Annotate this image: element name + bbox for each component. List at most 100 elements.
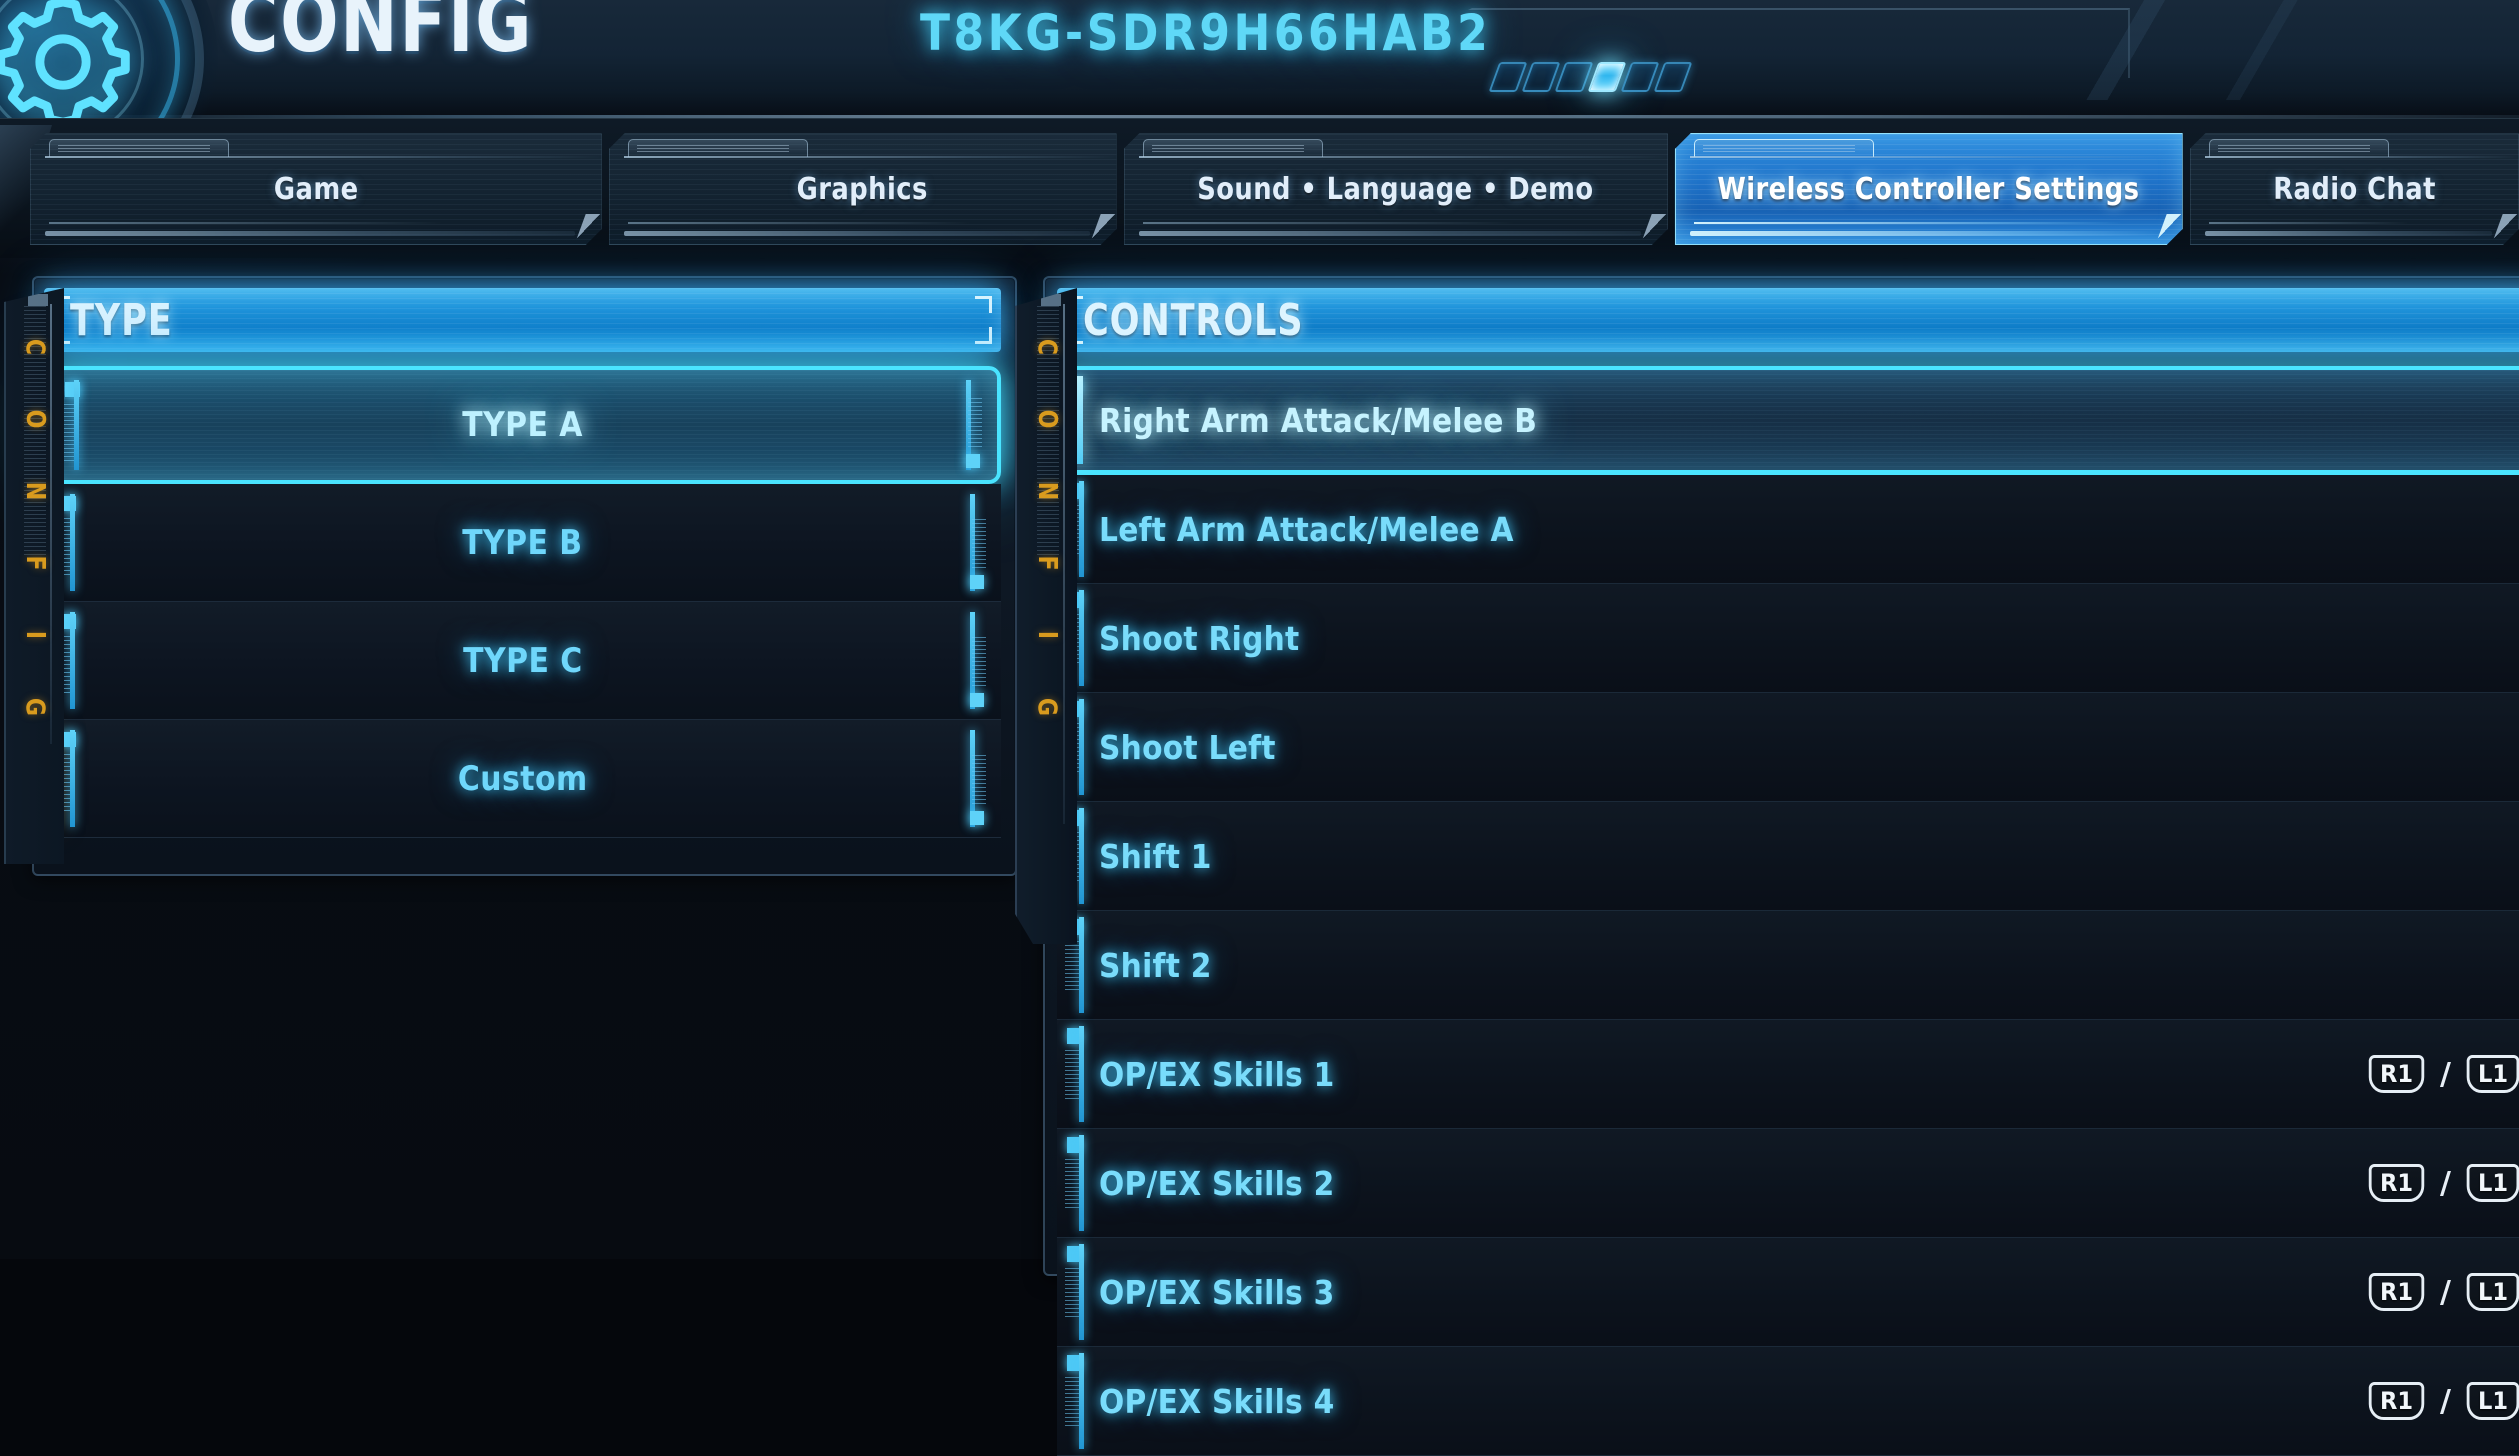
control-row[interactable]: Shoot Right: [1057, 584, 2519, 693]
control-bindings: R1 / L1: [2367, 1238, 2519, 1346]
control-row-label: OP/EX Skills 2: [1099, 1163, 1335, 1203]
controls-rail-letter: G: [1032, 697, 1062, 717]
type-panel-heading: TYPE: [44, 288, 1001, 352]
tab-corner-tick: [576, 214, 601, 240]
segment-indicator-5: [1620, 62, 1660, 92]
binding-separator: /: [2440, 1056, 2451, 1092]
tab-top-bracket: [49, 139, 229, 157]
binding-key-l1[interactable]: L1: [2466, 1164, 2519, 1202]
control-row-label: Shift 1: [1099, 836, 1212, 876]
controls-rail-letter: N: [1031, 481, 1062, 501]
control-row[interactable]: Shift 1: [1057, 802, 2519, 911]
binding-key-l1[interactable]: L1: [2466, 1055, 2519, 1093]
control-row[interactable]: OP/EX Skills 1 R1 / L1: [1057, 1020, 2519, 1129]
tab-game[interactable]: Game: [30, 133, 602, 245]
control-row-accent-bar: [1079, 481, 1084, 577]
controls-panel-rail: C O N F I G: [1015, 288, 1077, 944]
control-row[interactable]: Shoot Left: [1057, 693, 2519, 802]
tab-wireless-controller-settings[interactable]: Wireless Controller Settings: [1675, 133, 2183, 245]
binding-key-r1[interactable]: R1: [2368, 1273, 2425, 1311]
control-row[interactable]: OP/EX Skills 3 R1 / L1: [1057, 1238, 2519, 1347]
control-row-accent-bar: [1079, 1135, 1084, 1231]
controls-panel-heading: CONTROLS: [1057, 288, 2519, 352]
control-row-label: Shoot Left: [1099, 727, 1276, 767]
control-row-micro-text: [1065, 941, 1079, 993]
binding-separator: /: [2440, 1383, 2451, 1419]
controls-list: Right Arm Attack/Melee B Left Arm Attack/…: [1057, 366, 2519, 1456]
type-rail-config-label: C O N F I G: [6, 332, 64, 722]
tab-edge-line: [2205, 156, 2518, 158]
segment-indicator-3: [1554, 62, 1594, 92]
type-panel-rail: C O N F I G: [4, 288, 64, 864]
tab-label: Radio Chat: [2272, 171, 2436, 207]
control-row-accent-bar: [1079, 917, 1084, 1013]
tab-graphics[interactable]: Graphics: [609, 133, 1117, 245]
binding-key-r1[interactable]: R1: [2368, 1382, 2425, 1420]
control-row-accent-bar: [1079, 808, 1084, 904]
control-row-micro-text: [1065, 1159, 1079, 1211]
corner-bracket-tr: [975, 296, 992, 313]
control-bindings: R1 / L1: [2367, 1347, 2519, 1455]
segment-indicator-4: [1587, 62, 1627, 92]
type-option-micro-text-right: [972, 519, 986, 569]
tab-bottom-line: [2209, 222, 2458, 224]
page-title: CONFIG: [228, 0, 534, 72]
tab-radio-chat[interactable]: Radio Chat: [2190, 133, 2519, 245]
tab-top-bracket: [1694, 139, 1874, 157]
binding-key-r1[interactable]: R1: [2368, 1055, 2425, 1093]
control-row-accent-bar: [1079, 1026, 1084, 1122]
type-option-label: Custom: [457, 758, 588, 799]
type-option-type-c[interactable]: TYPE C: [44, 602, 1001, 720]
type-option-chip-right: [970, 811, 984, 825]
tab-bottom-bar: [2205, 231, 2492, 236]
type-option-micro-text-right: [968, 398, 982, 448]
binding-separator: /: [2440, 1274, 2451, 1310]
controls-rail-letter: C: [1032, 338, 1062, 356]
type-option-custom[interactable]: Custom: [44, 720, 1001, 838]
control-row-micro-text: [1065, 1268, 1079, 1320]
tab-top-bracket: [628, 139, 808, 157]
control-bindings: R1 / L1: [2367, 1129, 2519, 1237]
control-bindings: R1 / L1: [2367, 1020, 2519, 1128]
control-row[interactable]: OP/EX Skills 4 R1 / L1: [1057, 1347, 2519, 1456]
binding-key-l1[interactable]: L1: [2466, 1273, 2519, 1311]
control-row-accent-bar: [1079, 1244, 1084, 1340]
control-row-micro-text: [1065, 1050, 1079, 1102]
control-row-micro-text: [1065, 1377, 1079, 1429]
segment-indicator-1: [1488, 62, 1528, 92]
binding-key-l1[interactable]: L1: [2466, 1382, 2519, 1420]
type-option-left-bar: [70, 612, 75, 709]
binding-key-r1[interactable]: R1: [2368, 1164, 2425, 1202]
page-segment-indicator: [1488, 62, 1693, 92]
type-option-type-b[interactable]: TYPE B: [44, 484, 1001, 602]
controls-panel: CONFIG CONTROLS Right Arm Attack/Melee B…: [1043, 276, 2519, 1456]
control-row[interactable]: Right Arm Attack/Melee B: [1057, 366, 2519, 475]
type-option-list: TYPE A TYPE B TYPE C Custom: [44, 366, 1001, 860]
type-rail-letter: F: [19, 555, 50, 571]
type-rail-letter: N: [19, 481, 50, 501]
type-option-left-bar: [70, 494, 75, 591]
type-rail-letter: G: [20, 697, 50, 717]
control-row[interactable]: Shift 2: [1057, 911, 2519, 1020]
tab-edge-line: [1139, 156, 1667, 158]
type-option-type-a[interactable]: TYPE A: [44, 366, 1001, 484]
type-option-left-bar: [74, 380, 79, 470]
control-row-label: OP/EX Skills 3: [1099, 1272, 1335, 1312]
config-code: T8KG-SDR9H66HAB2: [920, 4, 1492, 62]
tab-bottom-line: [1143, 222, 1607, 224]
controls-rail-letter: F: [1031, 555, 1062, 571]
controls-rail-letter: I: [1032, 630, 1062, 640]
header: CONFIG T8KG-SDR9H66HAB2: [0, 0, 2519, 214]
type-rail-letter: C: [20, 338, 50, 356]
tab-label: Game: [273, 171, 359, 207]
tab-sound-language-demo[interactable]: Sound • Language • Demo: [1124, 133, 1668, 245]
tab-label: Sound • Language • Demo: [1197, 171, 1594, 207]
control-row-accent-bar: [1079, 590, 1084, 686]
control-row-label: Left Arm Attack/Melee A: [1099, 509, 1514, 549]
type-panel: C O N F I G TYPE TYPE A TYPE B TYPE C Custom: [4, 276, 1017, 876]
type-panel-title: TYPE: [70, 294, 173, 346]
control-row[interactable]: OP/EX Skills 2 R1 / L1: [1057, 1129, 2519, 1238]
rail-chip: [28, 294, 48, 306]
control-row[interactable]: Left Arm Attack/Melee A: [1057, 475, 2519, 584]
tab-bottom-bar: [1690, 231, 2156, 236]
